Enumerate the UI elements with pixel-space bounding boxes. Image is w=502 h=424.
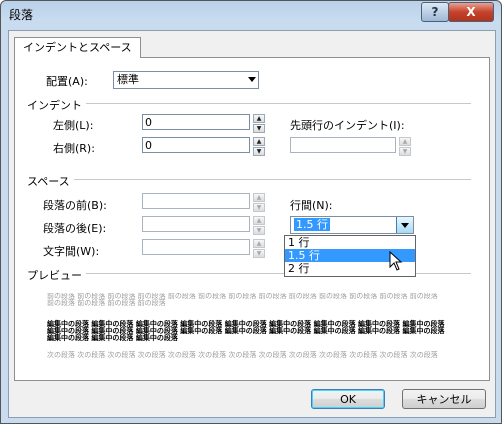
dropdown-button[interactable] [396,217,413,233]
spin-down-icon[interactable]: ▼ [253,147,265,156]
spin-down-icon[interactable]: ▼ [399,147,411,156]
spin-up-icon[interactable]: ▲ [253,137,265,146]
alignment-value: 標準 [117,73,139,86]
space-before-spinner[interactable]: ▲ ▼ [253,193,265,212]
space-before-input[interactable] [142,193,250,209]
line-spacing-label: 行間(N): [290,199,333,212]
alignment-label: 配置(A): [46,75,88,88]
indent-right-label: 右側(R): [53,142,95,155]
spin-up-icon[interactable]: ▲ [253,239,265,248]
preview-section-title: プレビュー [27,267,86,283]
spin-up-icon[interactable]: ▲ [253,216,265,225]
spin-down-icon[interactable]: ▼ [253,249,265,258]
spacing-divider [63,179,471,180]
line-spacing-option[interactable]: 1 行 [285,236,415,249]
space-after-label: 段落の後(E): [43,222,107,235]
chevron-down-icon [401,223,409,228]
char-spacing-input[interactable] [142,239,250,255]
spin-down-icon[interactable]: ▼ [253,203,265,212]
spin-down-icon[interactable]: ▼ [253,124,265,133]
cancel-button[interactable]: キャンセル [402,389,486,409]
mouse-cursor-icon [389,251,403,271]
paragraph-dialog: 段落 ? X インデントとスペース 配置(A): 標準 インデント 左側(L):… [0,0,502,424]
spin-down-icon[interactable]: ▼ [253,226,265,235]
paragraph-preview: 前の段落 前の段落 前の段落 前の段落 前の段落 前の段落 前の段落 前の段落 … [47,293,457,359]
space-after-input[interactable] [142,216,250,232]
first-line-indent-spinner[interactable]: ▲ ▼ [399,137,411,156]
space-before-label: 段落の前(B): [43,199,107,212]
title-bar: 段落 ? X [1,1,501,25]
tab-indent-spacing[interactable]: インデントとスペース [14,37,141,58]
spin-up-icon[interactable]: ▲ [253,114,265,123]
indent-section-title: インデント [27,97,86,113]
char-spacing-label: 文字間(W): [43,245,100,258]
first-line-indent-input[interactable] [290,137,396,153]
ok-button[interactable]: OK [311,389,385,409]
preview-next-paragraph-line: 次の段落 次の段落 次の段落 次の段落 次の段落 次の段落 次の段落 次の段落 … [47,351,438,359]
dialog-title: 段落 [9,8,34,22]
spin-up-icon[interactable]: ▲ [399,137,411,146]
indent-right-input[interactable]: 0 [142,137,250,153]
alignment-select[interactable]: 標準 [113,71,259,89]
preview-current-paragraph-line: 編集中の段落 編集中の段落 編集中の段落 [47,334,178,342]
indent-right-spinner[interactable]: ▲ ▼ [253,137,265,156]
spin-up-icon[interactable]: ▲ [253,193,265,202]
first-line-indent-label: 先頭行のインデント(I): [290,119,405,132]
char-spacing-spinner[interactable]: ▲ ▼ [253,239,265,258]
indent-left-label: 左側(L): [53,119,94,132]
line-spacing-select[interactable]: 1.5 行 [290,216,414,234]
help-button[interactable]: ? [421,2,449,22]
indent-left-spinner[interactable]: ▲ ▼ [253,114,265,133]
line-spacing-value: 1.5 行 [294,218,330,231]
chevron-down-icon [248,77,256,82]
preview-previous-paragraph-line: 前の段落 前の段落 前の段落 前の段落 [47,299,166,307]
close-button[interactable]: X [448,2,494,22]
indent-left-input[interactable]: 0 [142,114,250,130]
indent-divider [71,103,471,104]
space-after-spinner[interactable]: ▲ ▼ [253,216,265,235]
spacing-section-title: スペース [27,173,74,189]
